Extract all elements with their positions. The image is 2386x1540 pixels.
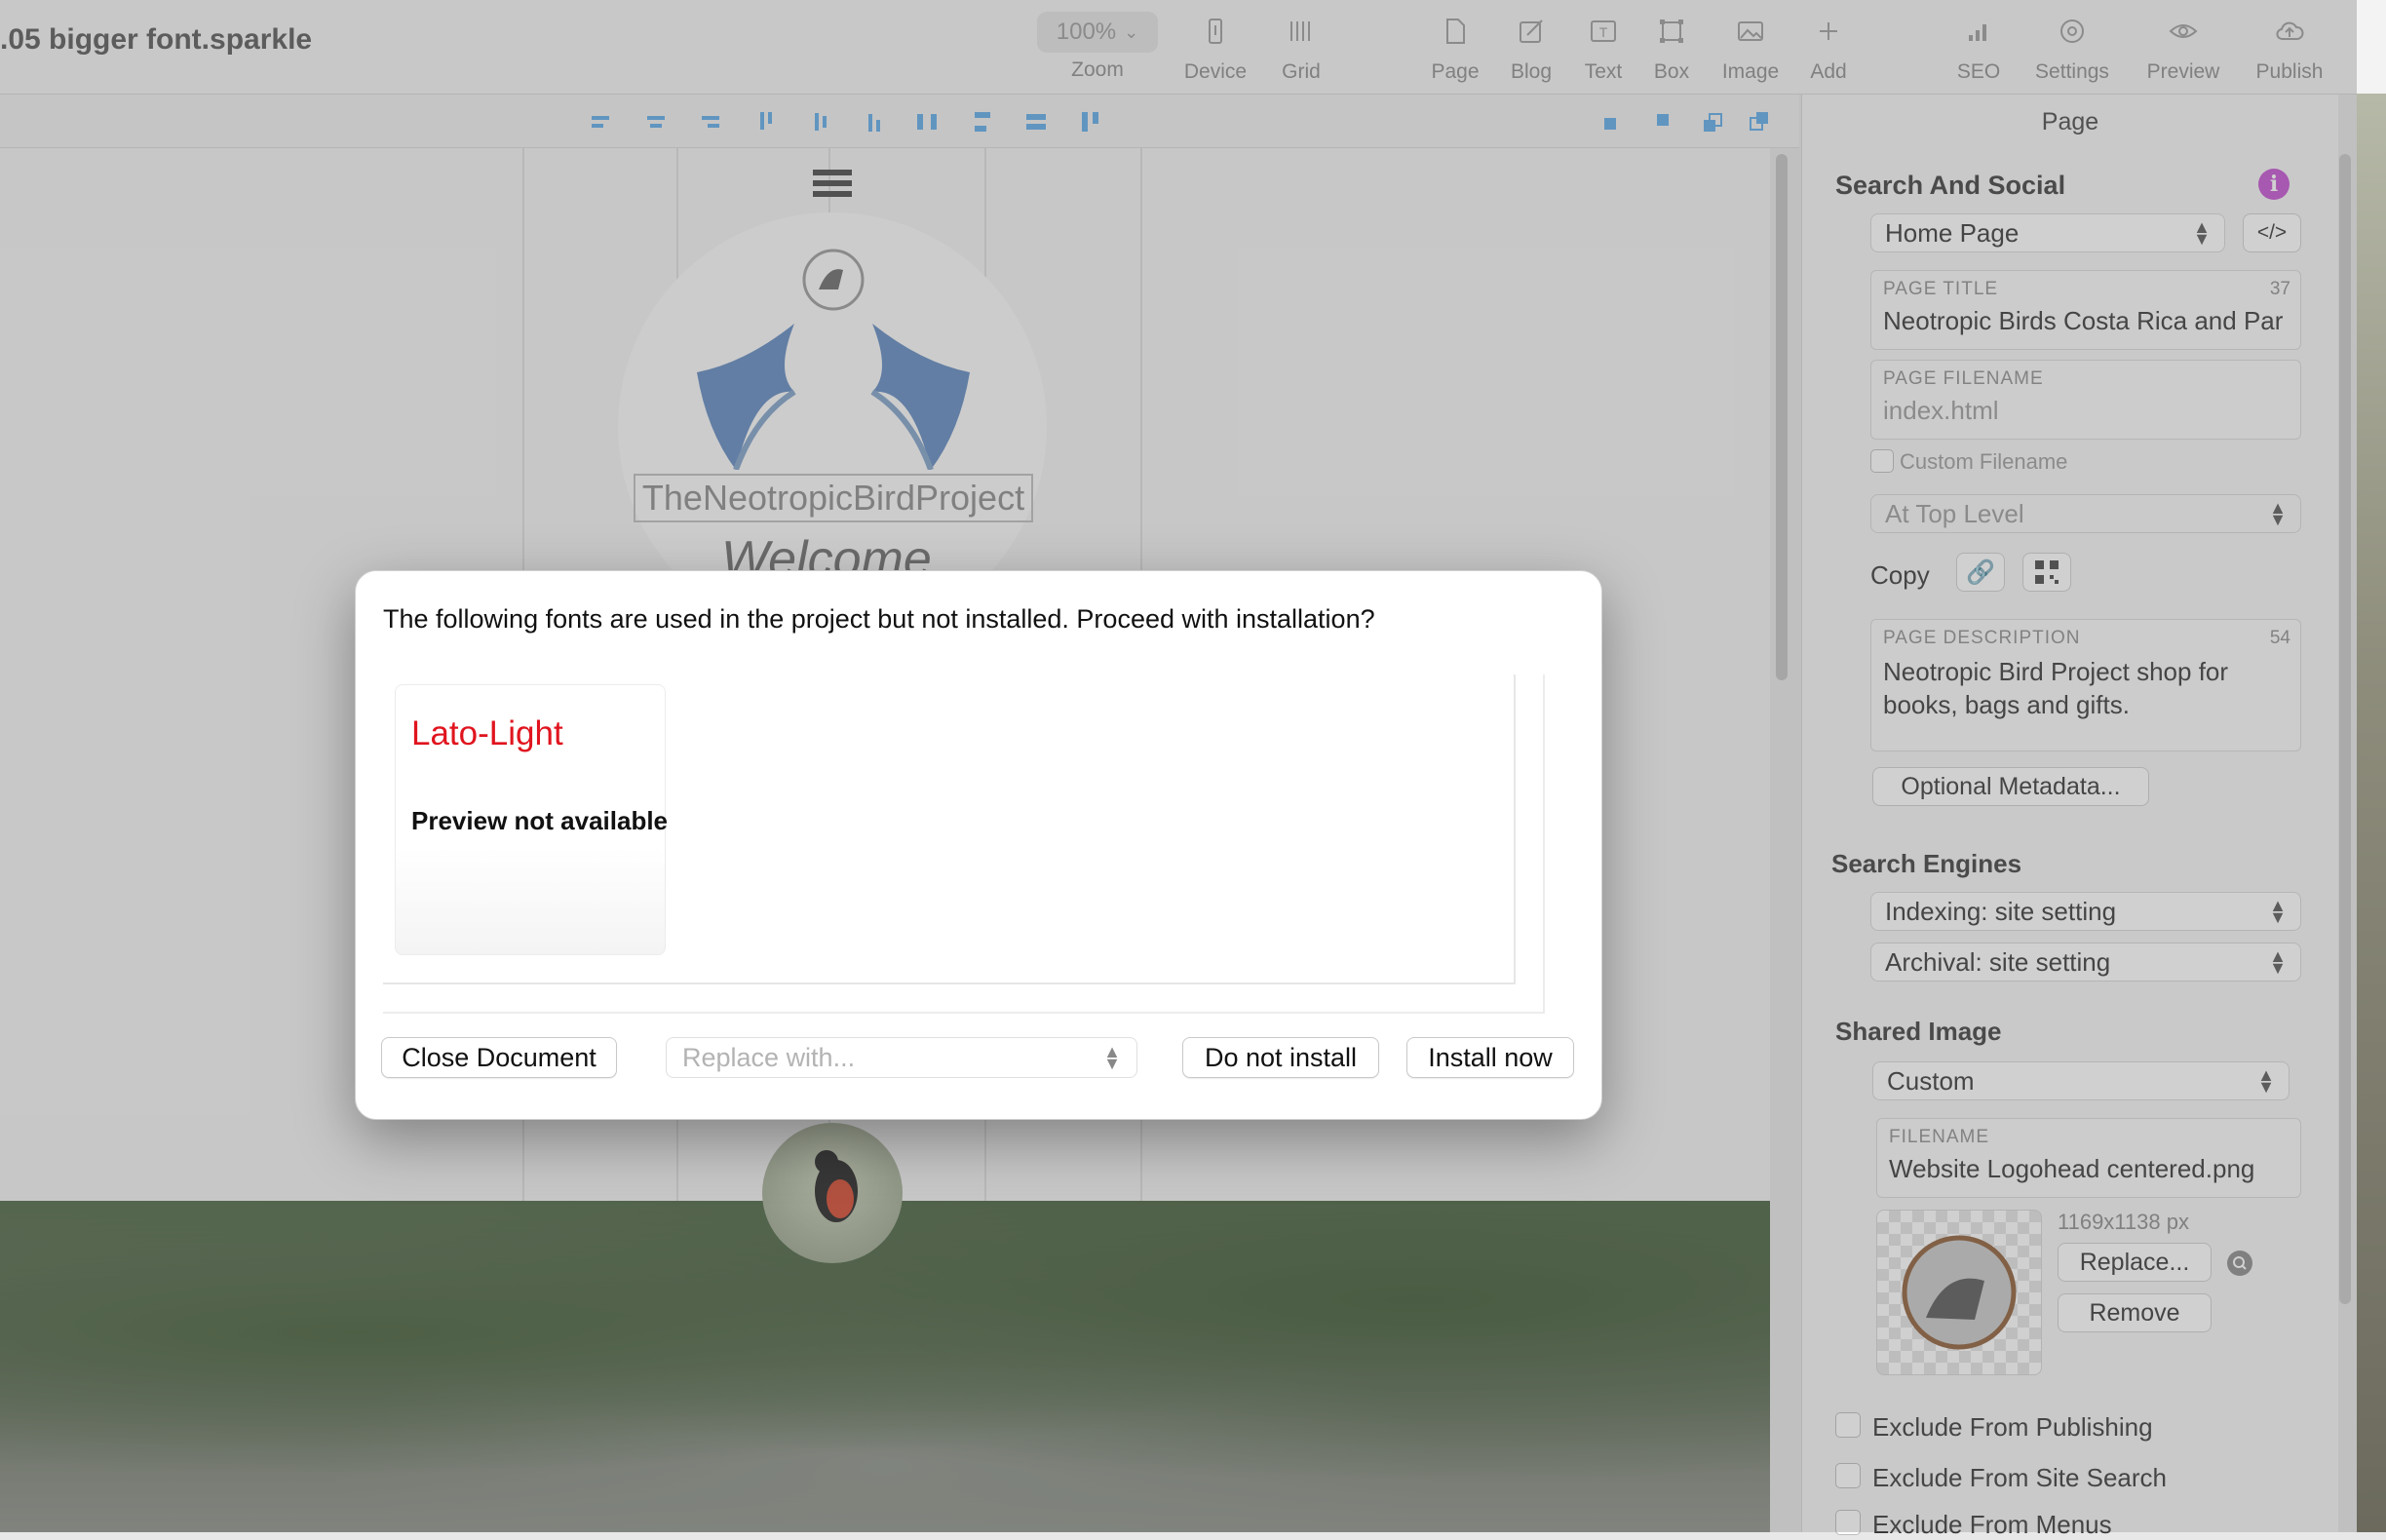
dialog-message: The following fonts are used in the proj… bbox=[383, 604, 1375, 634]
close-document-button[interactable]: Close Document bbox=[381, 1037, 617, 1078]
updown-chevron-icon: ▲ ▼ bbox=[1103, 1042, 1121, 1073]
background-window-edge bbox=[2357, 94, 2386, 1532]
install-now-button[interactable]: Install now bbox=[1406, 1037, 1574, 1078]
missing-font-name: Lato-Light bbox=[411, 714, 563, 752]
font-list[interactable]: Lato-Light Preview not available bbox=[383, 674, 1516, 984]
font-preview-text: Preview not available bbox=[411, 806, 669, 835]
missing-fonts-dialog: The following fonts are used in the proj… bbox=[355, 570, 1602, 1120]
font-card[interactable]: Lato-Light Preview not available bbox=[395, 684, 669, 955]
replace-font-select[interactable]: Replace with... ▲ ▼ bbox=[666, 1037, 1137, 1078]
replace-font-placeholder: Replace with... bbox=[682, 1042, 856, 1072]
do-not-install-button[interactable]: Do not install bbox=[1182, 1037, 1379, 1078]
